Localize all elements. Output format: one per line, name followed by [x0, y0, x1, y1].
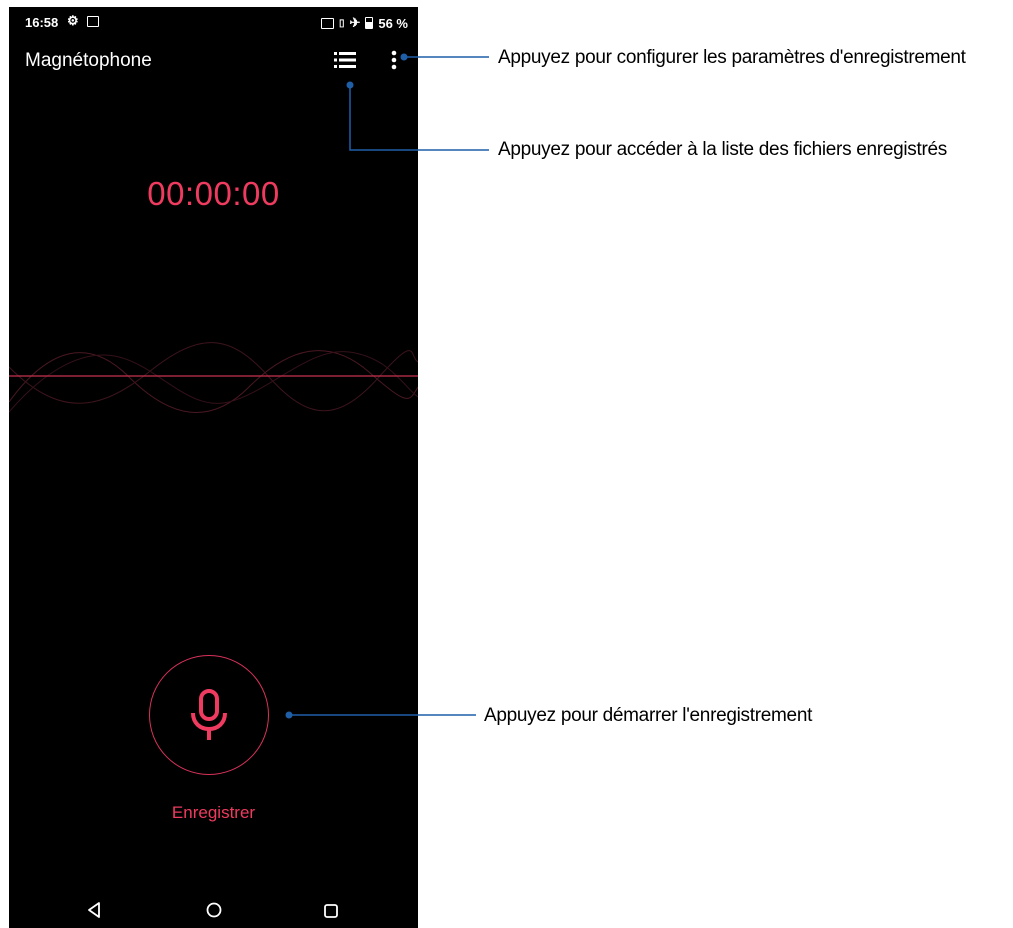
image-icon	[87, 16, 99, 27]
nfc-icon	[320, 17, 334, 29]
recordings-list-button[interactable]	[334, 50, 356, 70]
gear-icon: ⚙	[67, 13, 79, 28]
navigation-bar	[9, 897, 418, 927]
record-label: Enregistrer	[171, 803, 256, 822]
waveform	[9, 342, 418, 413]
callout-file-list: Appuyez pour accéder à la liste des fich…	[498, 139, 947, 160]
more-options-button[interactable]	[389, 49, 399, 71]
recording-timer: 00:00:00	[147, 175, 280, 212]
airplane-icon: ✈	[349, 15, 361, 30]
battery-level: 56 %	[378, 15, 408, 31]
vibrate-icon: ▯	[338, 17, 345, 29]
status-time: 16:58	[25, 15, 59, 30]
home-icon[interactable]	[205, 901, 223, 919]
status-bar: 16:58 ⚙ ▯ ✈ 56 %	[9, 7, 418, 37]
back-icon[interactable]	[86, 901, 102, 919]
callout-settings: Appuyez pour configurer les paramètres d…	[498, 47, 966, 68]
recents-icon[interactable]	[323, 903, 339, 919]
microphone-icon	[191, 689, 227, 740]
more-vertical-icon	[391, 50, 397, 70]
callout-record: Appuyez pour démarrer l'enregistrement	[484, 705, 813, 726]
record-button[interactable]	[149, 655, 269, 775]
phone-screen: 16:58 ⚙ ▯ ✈ 56 % Magnétophone 00:00:00 E…	[9, 7, 418, 928]
app-title: Magnétophone	[25, 50, 152, 71]
list-icon	[334, 52, 356, 68]
battery-icon	[365, 17, 374, 29]
status-icons: ▯ ✈ 56 %	[320, 15, 408, 31]
